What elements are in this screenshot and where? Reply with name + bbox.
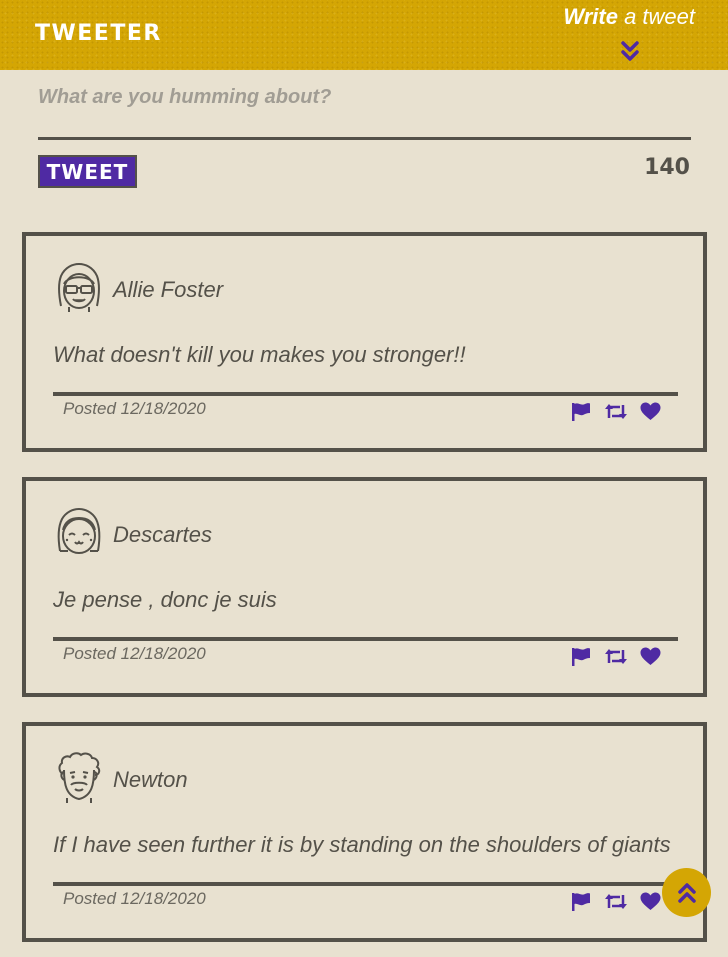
curly-hair-avatar-icon [58, 752, 101, 803]
brand-logo[interactable]: TWEETER [35, 21, 162, 46]
character-counter: 140 [644, 155, 690, 180]
chevron-double-down-icon[interactable] [621, 40, 639, 62]
tweet-posted-date: Posted 12/18/2020 [63, 889, 206, 908]
heart-icon[interactable] [640, 892, 661, 911]
tweet-divider [53, 637, 678, 641]
write-tweet-toggle[interactable]: Write a tweet [563, 4, 695, 30]
retweet-icon[interactable] [604, 402, 628, 421]
tweet-divider [53, 392, 678, 396]
heart-icon[interactable] [640, 402, 661, 421]
tweet-card: Allie Foster What doesn't kill you makes… [22, 232, 707, 452]
tweet-divider [53, 882, 678, 886]
flag-icon[interactable] [571, 892, 591, 911]
tweet-posted-date: Posted 12/18/2020 [63, 399, 206, 418]
tweet-card: Descartes Je pense , donc je suis Posted… [22, 477, 707, 697]
girl-sunglasses-avatar-icon [58, 262, 100, 312]
tweet-author: Allie Foster [113, 277, 224, 302]
back-to-top-button[interactable] [662, 868, 711, 917]
flag-icon[interactable] [571, 647, 591, 666]
write-label-bold: Write [563, 4, 618, 29]
flag-icon[interactable] [571, 402, 591, 421]
retweet-icon[interactable] [604, 892, 628, 911]
retweet-icon[interactable] [604, 647, 628, 666]
tweet-content: Je pense , donc je suis [53, 587, 277, 612]
navbar: TWEETER Write a tweet [0, 0, 728, 70]
chevron-double-up-icon [677, 882, 696, 903]
tweet-submit-button[interactable]: TWEET [38, 155, 137, 188]
tweet-posted-date: Posted 12/18/2020 [63, 644, 206, 663]
tweet-card: Newton If I have seen further it is by s… [22, 722, 707, 942]
write-label-rest: a tweet [624, 4, 695, 29]
heart-icon[interactable] [640, 647, 661, 666]
girl-bangs-avatar-icon [57, 507, 101, 554]
tweet-author: Descartes [113, 522, 213, 547]
tweet-author: Newton [113, 767, 188, 792]
tweet-text-input[interactable] [38, 84, 691, 140]
tweet-content: If I have seen further it is by standing… [53, 832, 671, 857]
tweet-content: What doesn't kill you makes you stronger… [53, 342, 466, 367]
